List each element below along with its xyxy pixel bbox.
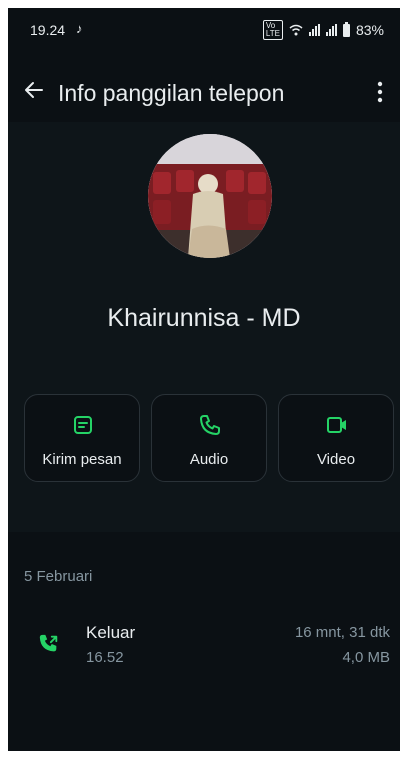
call-time: 16.52 (86, 649, 124, 666)
outgoing-call-icon (39, 634, 58, 652)
send-message-label: Kirim pesan (42, 451, 122, 468)
battery-level: 83% (355, 22, 384, 38)
volte-icon: Vo LTE (262, 20, 283, 40)
message-icon (74, 416, 92, 434)
screen: 19.24 ♪ Vo LTE 83% Info panggilan telepon (8, 8, 400, 751)
status-bar: 19.24 ♪ Vo LTE 83% (8, 8, 400, 52)
status-icons: Vo LTE 83% (262, 20, 384, 40)
call-direction: Keluar (86, 623, 136, 642)
battery-icon (342, 21, 350, 37)
video-call-label: Video (316, 451, 356, 468)
avatar[interactable] (148, 134, 272, 258)
video-icon (327, 417, 346, 433)
video-call-button[interactable]: Video (278, 394, 394, 482)
wifi-icon (289, 24, 303, 36)
audio-call-label: Audio (189, 451, 229, 468)
avatar-photo (148, 134, 272, 258)
signal-icon (308, 24, 320, 36)
audio-call-button[interactable]: Audio (151, 394, 267, 482)
phone-icon (200, 415, 220, 435)
more-options-icon[interactable] (368, 78, 392, 106)
app-bar: Info panggilan telepon (8, 66, 400, 122)
page-title: Info panggilan telepon (58, 80, 285, 106)
signal-icon-2 (325, 24, 337, 36)
status-time: 19.24 (30, 22, 66, 38)
contact-name: Khairunnisa - MD (107, 304, 301, 332)
call-duration: 16 mnt, 31 dtk (294, 624, 390, 641)
send-message-button[interactable]: Kirim pesan (24, 394, 140, 482)
tiktok-icon: ♪ (76, 21, 83, 36)
call-date: 5 Februari (24, 568, 93, 585)
call-data-size: 4,0 MB (342, 649, 390, 666)
back-arrow-icon[interactable] (22, 78, 46, 102)
